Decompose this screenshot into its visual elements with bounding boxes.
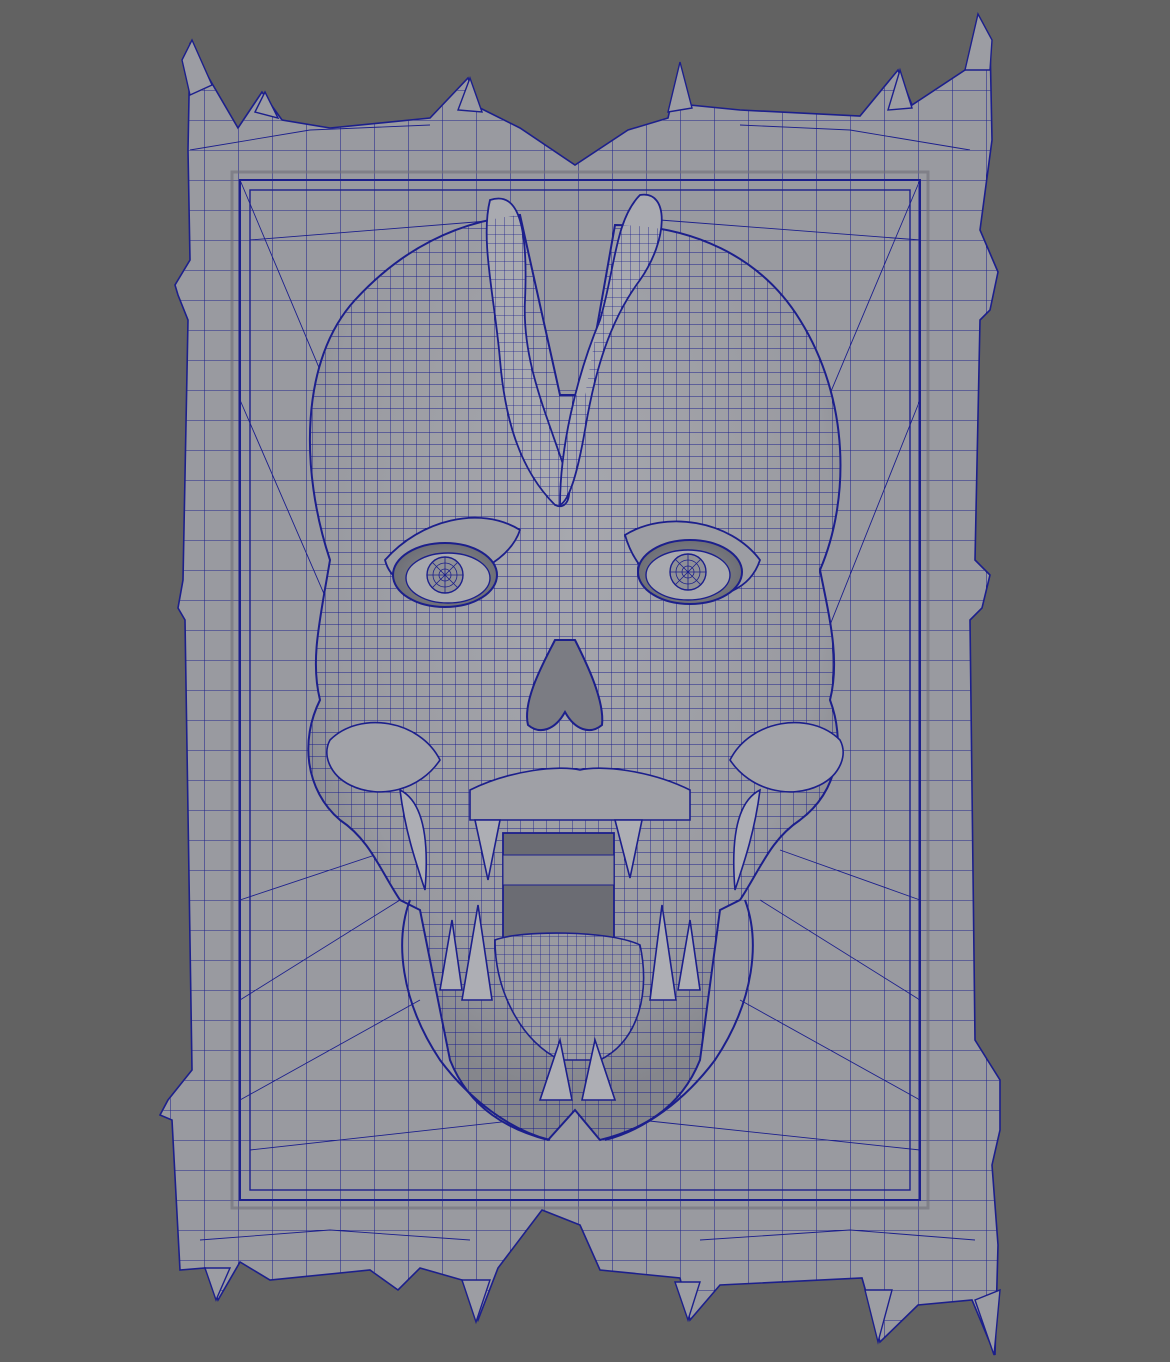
- right-eyeball: [645, 549, 731, 601]
- 3d-viewport[interactable]: [0, 0, 1170, 1362]
- mouth-cavity-inner: [502, 854, 615, 886]
- model-render: [0, 0, 1170, 1362]
- left-eyeball: [405, 552, 491, 604]
